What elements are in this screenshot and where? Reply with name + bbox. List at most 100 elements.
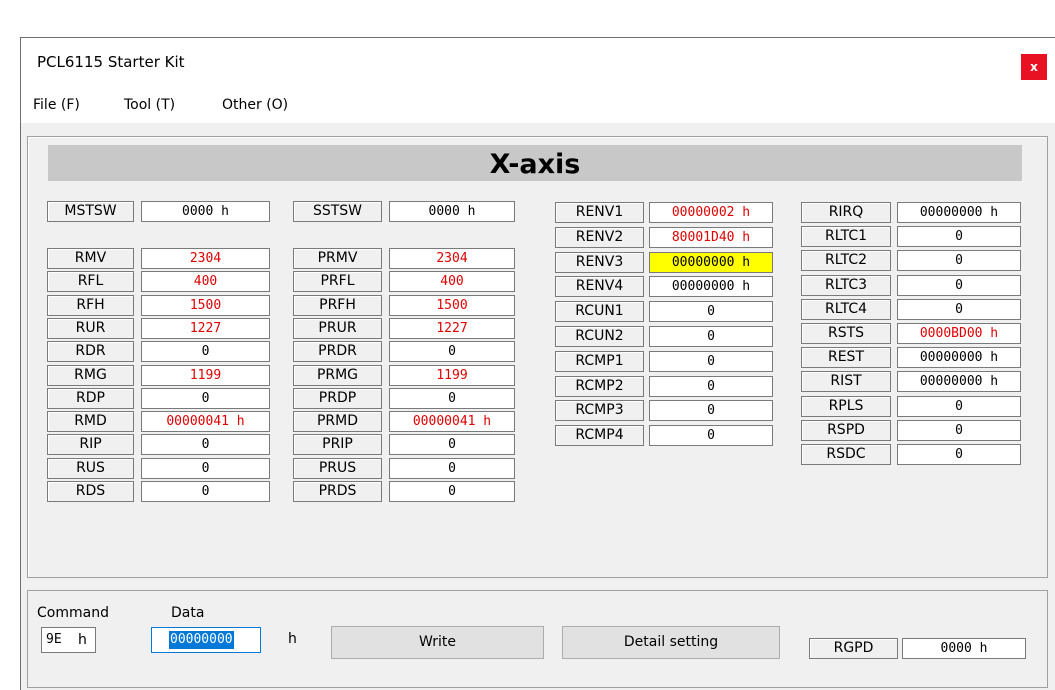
register-value: 00000000 h (649, 276, 773, 297)
register-value: 0 (649, 301, 773, 322)
register-label: PRDS (293, 481, 382, 502)
menu-other[interactable]: Other (O) (222, 97, 288, 113)
register-label: RENV3 (555, 252, 644, 273)
register-label: RUR (47, 318, 134, 339)
menu-bar: File (F) Tool (T) Other (O) (21, 88, 1055, 123)
register-label: RDP (47, 388, 134, 409)
register-label: RDS (47, 481, 134, 502)
register-label: PRUS (293, 458, 382, 479)
register-label: RMD (47, 411, 134, 432)
register-value: 0 (389, 434, 515, 455)
register-value: 0 (141, 388, 270, 409)
register-label: RLTC1 (801, 226, 891, 247)
register-value: 80001D40 h (649, 227, 773, 248)
register-label: RLTC3 (801, 275, 891, 296)
register-value: 400 (141, 271, 270, 292)
register-value: 0 (897, 250, 1021, 271)
register-value: 1500 (141, 295, 270, 316)
register-label: RLTC4 (801, 299, 891, 320)
register-label: RIP (47, 434, 134, 455)
register-value: 0 (649, 351, 773, 372)
menu-file[interactable]: File (F) (33, 97, 80, 113)
register-label: PRMV (293, 248, 382, 269)
register-value: 1500 (389, 295, 515, 316)
register-label: PRFH (293, 295, 382, 316)
register-value: 1199 (141, 365, 270, 386)
command-label: Command (37, 605, 109, 621)
register-label: PRDP (293, 388, 382, 409)
register-label: RENV1 (555, 202, 644, 223)
register-value: 0 (897, 226, 1021, 247)
register-label: PRIP (293, 434, 382, 455)
register-value: 1199 (389, 365, 515, 386)
register-label: RENV2 (555, 227, 644, 248)
menu-tool[interactable]: Tool (T) (124, 97, 175, 113)
register-value: 0000BD00 h (897, 323, 1021, 344)
register-label: RSTS (801, 323, 891, 344)
register-label: RUS (47, 458, 134, 479)
command-value: 9E (46, 632, 62, 647)
register-value: 00000041 h (141, 411, 270, 432)
register-label: RFL (47, 271, 134, 292)
register-label: RCMP1 (555, 351, 644, 372)
register-value: 0 (649, 425, 773, 446)
register-label: RCMP3 (555, 400, 644, 421)
axis-title: X-axis (48, 145, 1022, 181)
register-value: 0 (649, 326, 773, 347)
app-window: PCL6115 Starter Kit x File (F) Tool (T) … (20, 37, 1055, 690)
register-label: SSTSW (293, 201, 382, 222)
register-value: 1227 (141, 318, 270, 339)
register-label: RCUN1 (555, 301, 644, 322)
command-hex-suffix: h (78, 632, 87, 648)
register-value: 00000002 h (649, 202, 773, 223)
register-value: 0 (649, 376, 773, 397)
register-value: 0 (897, 396, 1021, 417)
register-value: 0000 h (141, 201, 270, 222)
register-value: 0 (141, 341, 270, 362)
command-input[interactable]: 9E h (41, 627, 96, 653)
register-label: RCUN2 (555, 326, 644, 347)
register-value: 0 (389, 388, 515, 409)
register-value: 00000000 h (897, 371, 1021, 392)
register-label: RIST (801, 371, 891, 392)
register-value: 0 (897, 444, 1021, 465)
register-label: PRDR (293, 341, 382, 362)
close-button[interactable]: x (1021, 54, 1047, 80)
register-value: 00000000 h (897, 202, 1021, 223)
register-value: 0 (389, 341, 515, 362)
data-value: 00000000 (169, 631, 234, 649)
register-value: 1227 (389, 318, 515, 339)
register-label: REST (801, 347, 891, 368)
register-label: RCMP2 (555, 376, 644, 397)
register-label: RSDC (801, 444, 891, 465)
register-label: RGPD (809, 638, 898, 659)
register-label: RENV4 (555, 276, 644, 297)
register-value: 0 (649, 400, 773, 421)
register-label: RDR (47, 341, 134, 362)
window-title: PCL6115 Starter Kit (37, 53, 185, 71)
register-value: 2304 (141, 248, 270, 269)
register-label: RCMP4 (555, 425, 644, 446)
detail-setting-button[interactable]: Detail setting (562, 626, 780, 659)
register-value: 0 (897, 275, 1021, 296)
register-label: PRMD (293, 411, 382, 432)
register-value: 0 (141, 481, 270, 502)
register-label: RLTC2 (801, 250, 891, 271)
register-label: PRMG (293, 365, 382, 386)
register-label: RMV (47, 248, 134, 269)
data-hex-suffix: h (288, 631, 297, 647)
register-label: RMG (47, 365, 134, 386)
register-value: 400 (389, 271, 515, 292)
write-button[interactable]: Write (331, 626, 544, 659)
register-value: 2304 (389, 248, 515, 269)
register-value: 0000 h (902, 638, 1026, 659)
title-bar: PCL6115 Starter Kit x (21, 38, 1055, 88)
data-input[interactable]: 00000000 (151, 627, 261, 653)
register-label: RFH (47, 295, 134, 316)
data-label: Data (171, 605, 205, 621)
register-label: PRUR (293, 318, 382, 339)
register-label: PRFL (293, 271, 382, 292)
register-value: 0 (897, 299, 1021, 320)
register-value: 0 (389, 481, 515, 502)
register-label: RSPD (801, 420, 891, 441)
